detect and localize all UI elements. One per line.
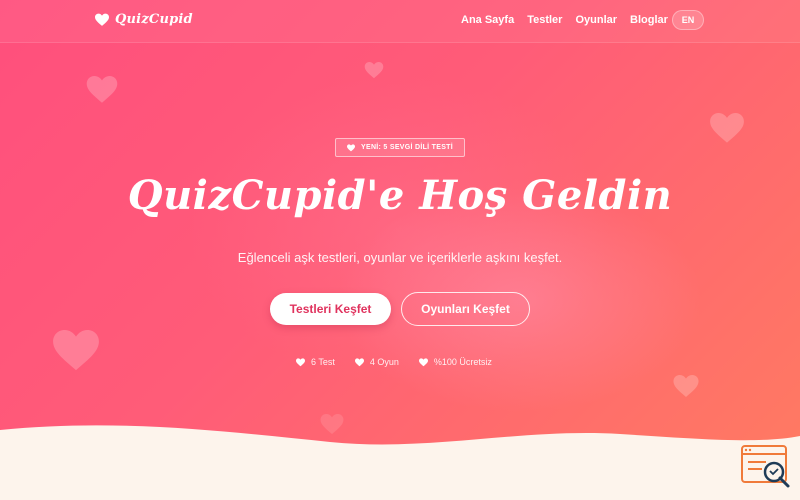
stat-free-label: %100 Ücretsiz [433,357,492,367]
decorative-heart-icon [53,330,99,371]
stat-item: 4 Oyun [354,357,399,367]
hero-stats: 6 Test 4 Oyun %100 Ücretsiz [296,357,512,367]
language-toggle-button[interactable]: EN [672,10,704,30]
nav-link-blogs[interactable]: Bloglar [630,14,668,26]
decorative-heart-icon [710,113,744,143]
new-test-badge[interactable]: YENİ: 5 SEVGİ DİLİ TESTİ [335,138,465,157]
badge-label: YENİ: 5 SEVGİ DİLİ TESTİ [361,144,453,151]
explore-tests-button[interactable]: Testleri Keşfet [270,293,391,325]
nav-link-tests[interactable]: Testler [527,14,562,26]
hero-subtitle: Eğlenceli aşk testleri, oyunlar ve içeri… [237,250,563,265]
heart-icon [354,357,364,366]
nav-link-games[interactable]: Oyunlar [575,14,617,26]
stat-item: %100 Ücretsiz [418,357,492,367]
search-icon[interactable] [740,444,792,490]
stat-item: 6 Test [296,357,335,367]
decorative-heart-icon [673,375,699,397]
stat-tests-count: 6 Test [311,357,335,367]
decorative-heart-icon [86,76,118,103]
decorative-heart-icon [364,62,384,79]
brand-logo[interactable]: QuizCupid [95,12,193,27]
heart-icon [418,357,428,366]
heart-icon [347,143,355,151]
explore-games-button[interactable]: Oyunları Keşfet [401,292,530,326]
brand-name: QuizCupid [115,12,193,27]
nav-links: Ana Sayfa Testler Oyunlar Bloglar [461,14,681,26]
heart-icon [296,357,305,366]
stat-games-count: 4 Oyun [369,357,399,367]
navbar: QuizCupid Ana Sayfa Testler Oyunlar Blog… [0,0,800,43]
heart-icon [95,13,109,26]
hero-wave-divider [0,425,800,500]
nav-link-home[interactable]: Ana Sayfa [461,14,514,26]
hero-title: QuizCupid'e Hoş Geldin [127,172,673,219]
hero-section: QuizCupid Ana Sayfa Testler Oyunlar Blog… [0,0,800,460]
